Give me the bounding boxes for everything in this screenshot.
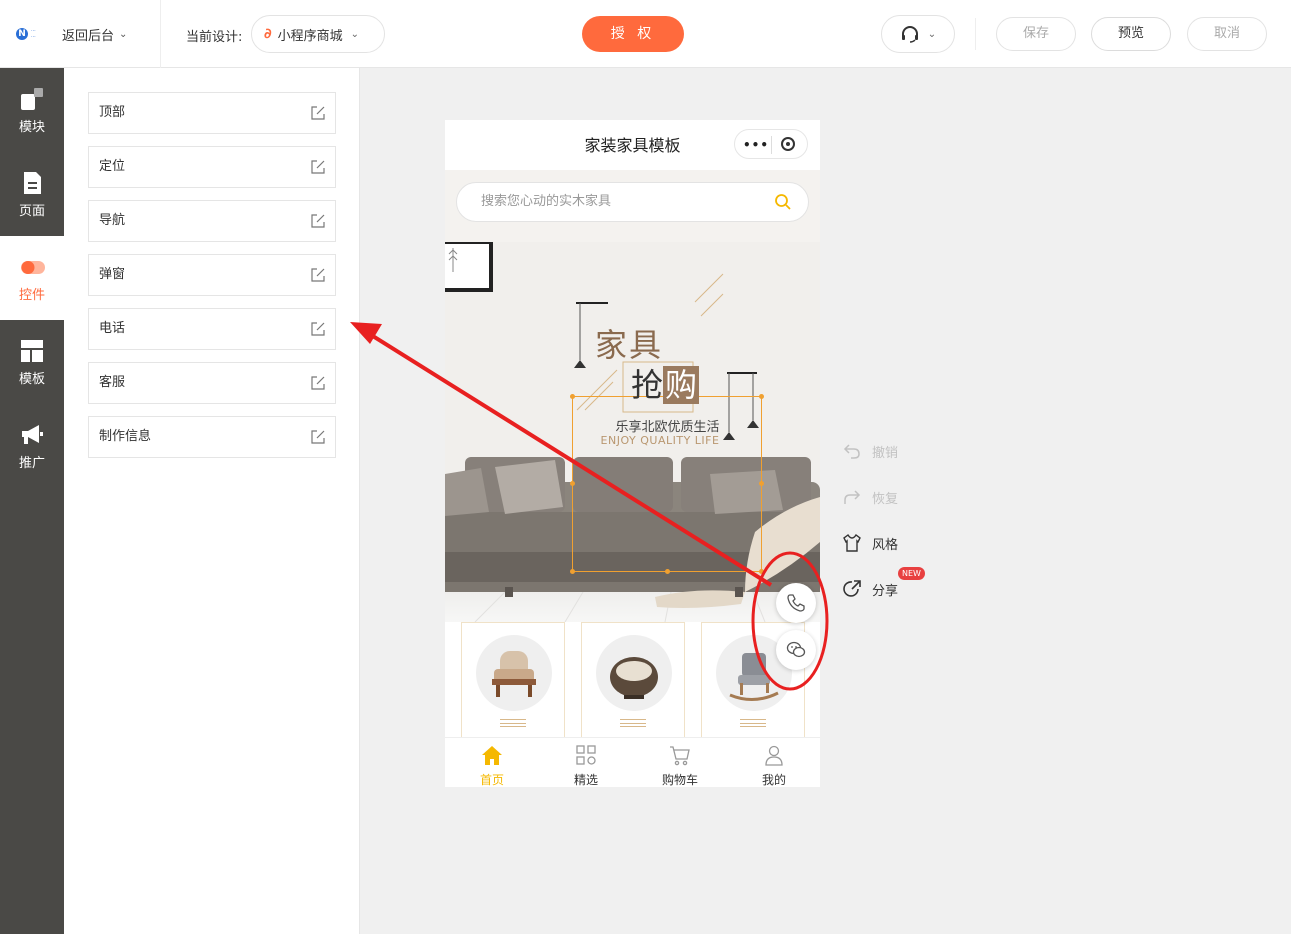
home-icon [482, 746, 502, 765]
component-item-top[interactable]: 顶部 [88, 92, 336, 134]
divider [975, 18, 976, 50]
banner-headline-2: 抢购 [631, 366, 700, 404]
design-select[interactable]: ∂ 小程序商城 ⌄ [251, 15, 385, 53]
miniprogram-capsule[interactable]: ••• [734, 129, 808, 159]
component-label: 弹窗 [99, 267, 126, 282]
component-item-popup[interactable]: 弹窗 [88, 254, 336, 296]
cart-icon [670, 746, 690, 766]
component-label: 电话 [99, 321, 126, 336]
phone-header: 家装家具模板 ••• [445, 120, 820, 170]
divider-icon [740, 719, 766, 727]
edit-icon[interactable] [311, 214, 325, 228]
page-title: 家装家具模板 [584, 136, 681, 155]
tshirt-icon [843, 533, 861, 552]
rattan-chair-image [596, 635, 672, 711]
module-icon [19, 86, 45, 112]
save-button[interactable]: 保存 [996, 17, 1076, 51]
component-item-location[interactable]: 定位 [88, 146, 336, 188]
nav-item-promote[interactable]: 推广 [0, 404, 64, 488]
edit-icon[interactable] [311, 268, 325, 282]
megaphone-icon [19, 422, 45, 448]
search-icon[interactable] [774, 193, 792, 211]
redo-button[interactable]: 恢复 [842, 486, 898, 508]
share-icon [843, 580, 861, 597]
component-label: 顶部 [99, 105, 126, 120]
component-item-navigation[interactable]: 导航 [88, 200, 336, 242]
search-placeholder: 搜索您心动的实木家具 [481, 194, 612, 209]
cancel-button[interactable]: 取消 [1187, 17, 1267, 51]
nav-label: 模板 [18, 372, 45, 387]
tab-bar: 首页 精选 购物车 我的 [445, 737, 820, 787]
component-label: 制作信息 [99, 429, 152, 444]
armchair-image [476, 635, 552, 711]
category-item[interactable] [581, 622, 685, 738]
divider [160, 0, 161, 68]
support-button[interactable]: ⌄ [881, 15, 955, 53]
link-icon: ∂ [264, 26, 272, 42]
edit-icon[interactable] [311, 106, 325, 120]
component-item-customer-service[interactable]: 客服 [88, 362, 336, 404]
phone-icon [787, 594, 805, 612]
search-input[interactable]: 搜索您心动的实木家具 [456, 182, 809, 222]
left-nav: 模块 页面 控件 模板 推广 [0, 68, 64, 934]
page-icon [19, 170, 45, 196]
user-icon [765, 745, 783, 766]
toggle-icon [19, 254, 45, 280]
category-row [445, 622, 820, 738]
edit-icon[interactable] [311, 376, 325, 390]
share-button[interactable]: 分享 [842, 578, 898, 600]
nav-item-templates[interactable]: 模板 [0, 320, 64, 404]
chevron-down-icon: ⌄ [350, 28, 360, 40]
component-panel: 顶部 定位 导航 弹窗 电话 客服 制作信息 [64, 68, 360, 934]
divider-icon [500, 719, 526, 727]
nav-label: 模块 [18, 120, 45, 135]
edit-icon[interactable] [311, 430, 325, 444]
nav-item-controls[interactable]: 控件 [0, 236, 64, 320]
design-name: 小程序商城 [277, 28, 343, 44]
style-button[interactable]: 风格 [842, 532, 898, 554]
component-label: 导航 [99, 213, 126, 228]
tab-mine[interactable]: 我的 [727, 738, 820, 787]
grid-icon [576, 745, 596, 765]
component-label: 客服 [99, 375, 126, 390]
tab-featured[interactable]: 精选 [539, 738, 633, 787]
edit-icon[interactable] [311, 322, 325, 336]
tab-cart[interactable]: 购物车 [633, 738, 727, 787]
current-design-label: 当前设计: [186, 30, 243, 45]
template-icon [19, 338, 45, 364]
nav-label: 推广 [18, 456, 45, 471]
customer-service-button[interactable] [776, 630, 816, 670]
phone-preview[interactable]: 家装家具模板 ••• 搜索您心动的实木家具 家具 抢购 乐享北欧优质生活 ENJ… [445, 120, 820, 787]
top-bar: N ··· ··· 返回后台 ⌄ 当前设计: ∂ 小程序商城 ⌄ 授 权 ⌄ 保存… [0, 0, 1291, 68]
redo-icon [844, 490, 861, 504]
nav-item-modules[interactable]: 模块 [0, 68, 64, 152]
more-icon[interactable]: ••• [743, 138, 769, 152]
back-to-admin[interactable]: N ··· ··· 返回后台 ⌄ [16, 20, 156, 48]
banner-english: ENJOY QUALITY LIFE [600, 434, 720, 447]
close-target-icon[interactable] [781, 137, 795, 151]
nav-label: 页面 [18, 204, 45, 219]
authorize-button[interactable]: 授 权 [582, 16, 684, 52]
tab-home[interactable]: 首页 [445, 738, 539, 787]
phone-call-button[interactable] [776, 583, 816, 623]
divider-icon [620, 719, 646, 727]
undo-button[interactable]: 撤销 [842, 440, 898, 462]
chevron-down-icon: ⌄ [119, 28, 128, 40]
new-badge: NEW [898, 567, 925, 580]
chevron-down-icon: ⌄ [927, 28, 937, 40]
component-item-maker-info[interactable]: 制作信息 [88, 416, 336, 458]
edit-icon[interactable] [311, 160, 325, 174]
wechat-icon [786, 641, 806, 658]
nav-item-pages[interactable]: 页面 [0, 152, 64, 236]
category-item[interactable] [461, 622, 565, 738]
banner-subtitle: 乐享北欧优质生活 [615, 420, 720, 435]
preview-button[interactable]: 预览 [1091, 17, 1171, 51]
component-item-phone[interactable]: 电话 [88, 308, 336, 350]
nav-label: 控件 [18, 288, 45, 303]
undo-icon [843, 444, 860, 459]
brand-logo: N ··· ··· [16, 24, 56, 44]
headset-icon [901, 26, 918, 43]
back-label: 返回后台 [62, 28, 115, 44]
component-label: 定位 [99, 159, 126, 174]
